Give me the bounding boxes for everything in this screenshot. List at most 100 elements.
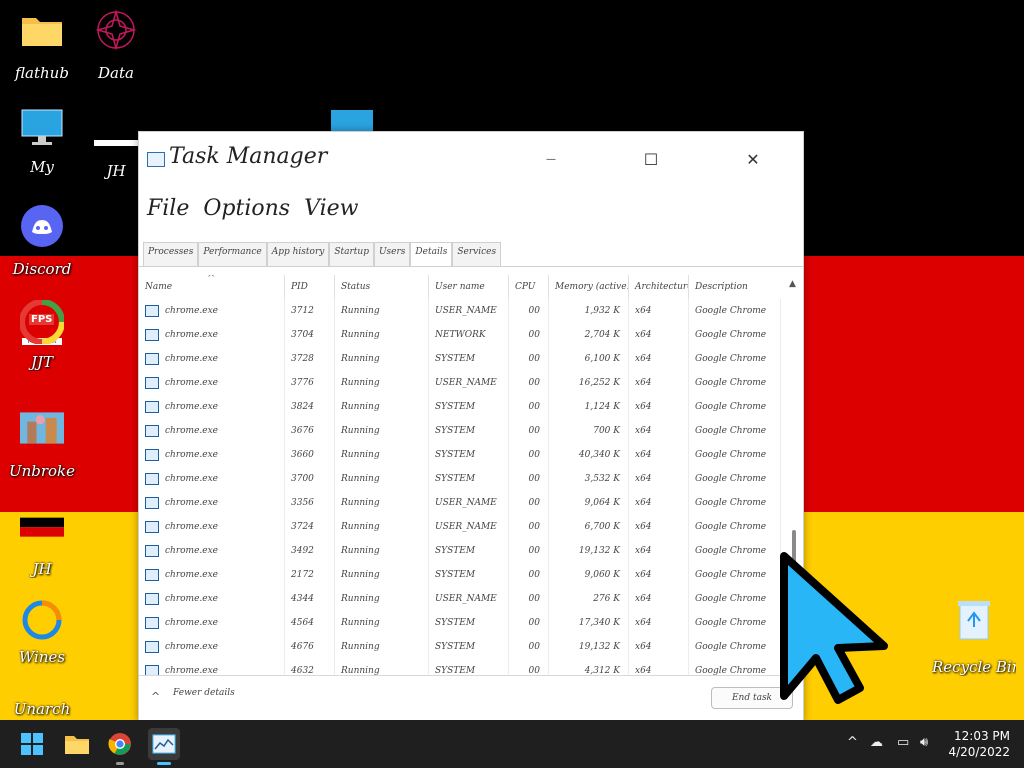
close-button[interactable]: ✕ xyxy=(733,146,773,172)
cell-status: Running xyxy=(335,419,429,443)
network-icon[interactable]: ▭ xyxy=(897,735,909,750)
cell-mem: 4,312 K xyxy=(549,659,629,675)
desktop-icon-game[interactable]: Unbroke xyxy=(0,406,84,480)
menu-view[interactable]: View xyxy=(304,196,358,221)
folder-icon xyxy=(65,736,89,754)
cell-pid: 4632 xyxy=(285,659,335,675)
cell-desc: Google Chrome xyxy=(689,443,781,467)
column-header-description[interactable]: Description xyxy=(689,275,781,299)
taskbar-task-manager[interactable] xyxy=(148,728,180,760)
table-row[interactable]: chrome.exe 3700 Running SYSTEM 00 3,532 Kx64 G… xyxy=(139,467,781,491)
cloud-off-icon[interactable]: ☁ xyxy=(870,735,883,750)
table-row[interactable]: chrome.exe 3492 Running SYSTEM 00 19,132 Kx64… xyxy=(139,539,781,563)
window-footer: ^ Fewer details End task xyxy=(139,675,803,722)
table-row[interactable]: chrome.exe 3660 Running SYSTEM 00 40,340 Kx64… xyxy=(139,443,781,467)
menu-file[interactable]: File xyxy=(147,196,189,221)
table-row[interactable]: chrome.exe 4676 Running SYSTEM 00 19,132 Kx64… xyxy=(139,635,781,659)
tab-users[interactable]: Users xyxy=(373,242,411,267)
cell-status: Running xyxy=(335,611,429,635)
cell-desc: Google Chrome xyxy=(689,491,781,515)
table-row[interactable]: chrome.exe 3724 Running USER_NAME 00 6,700 Kx… xyxy=(139,515,781,539)
task-manager-window: Task Manager — ☐ ✕ File Options View Pro… xyxy=(138,131,804,722)
desktop-icon-label: My xyxy=(30,158,54,176)
cell-cpu: 00 xyxy=(509,323,549,347)
german-flag-icon xyxy=(20,510,64,554)
chevron-up-icon[interactable]: ^ xyxy=(847,735,858,750)
table-row[interactable]: chrome.exe 3728 Running SYSTEM 00 6,100 Kx64 G… xyxy=(139,347,781,371)
scroll-up-icon[interactable]: ▲ xyxy=(789,279,796,289)
desktop-icon-my-pc[interactable]: My xyxy=(0,106,84,176)
tab-app-history[interactable]: App history xyxy=(266,242,330,267)
cell-cpu: 00 xyxy=(509,443,549,467)
table-row[interactable]: chrome.exe 3356 Running USER_NAME 00 9,064 Kx… xyxy=(139,491,781,515)
maximize-button[interactable]: ☐ xyxy=(631,146,671,172)
column-header-status[interactable]: Status xyxy=(335,275,429,299)
desktop-icon-wines[interactable]: Wines xyxy=(0,598,84,666)
cell-name: chrome.exe xyxy=(139,467,285,491)
table-row[interactable]: chrome.exe 3704 Running NETWORK 00 2,704 Kx64… xyxy=(139,323,781,347)
start-button[interactable] xyxy=(16,728,48,760)
fewer-details-link[interactable]: Fewer details xyxy=(173,688,235,698)
tab-startup[interactable]: Startup xyxy=(329,242,374,267)
desktop-icon-label: Unarch xyxy=(13,700,71,718)
cell-mem: 19,132 K xyxy=(549,635,629,659)
table-row[interactable]: chrome.exe 4564 Running SYSTEM 00 17,340 Kx64… xyxy=(139,611,781,635)
hidden-desktop-icon[interactable] xyxy=(331,110,373,131)
table-row[interactable]: chrome.exe 3776 Running USER_NAME 00 16,252 K… xyxy=(139,371,781,395)
tab-performance[interactable]: Performance xyxy=(198,242,267,267)
desktop-icon-unarch[interactable]: Unarch xyxy=(0,700,84,720)
cell-status: Running xyxy=(335,443,429,467)
cell-user: SYSTEM xyxy=(429,419,509,443)
column-header-user[interactable]: User name xyxy=(429,275,509,299)
column-header-pid[interactable]: PID xyxy=(285,275,335,299)
column-header-architecture[interactable]: Architecture xyxy=(629,275,689,299)
desktop-icon-recycle-bin[interactable]: Recycle Bin xyxy=(932,598,1016,676)
cell-cpu: 00 xyxy=(509,395,549,419)
desktop-icon-label: JH xyxy=(32,560,52,578)
tab-processes[interactable]: Processes xyxy=(143,242,199,267)
cell-cpu: 00 xyxy=(509,635,549,659)
cell-pid: 3356 xyxy=(285,491,335,515)
desktop-icon-label: JJT xyxy=(30,353,54,371)
cell-status: Running xyxy=(335,539,429,563)
cell-name: chrome.exe xyxy=(139,611,285,635)
desktop-icon-flag[interactable]: JH xyxy=(0,510,84,578)
cell-mem: 700 K xyxy=(549,419,629,443)
column-header-cpu[interactable]: CPU xyxy=(509,275,549,299)
clock[interactable]: 12:03 PM 4/20/2022 xyxy=(948,728,1010,760)
cell-cpu: 00 xyxy=(509,611,549,635)
chevron-up-icon[interactable]: ^ xyxy=(151,690,160,703)
cell-mem: 3,532 K xyxy=(549,467,629,491)
table-row[interactable]: chrome.exe 3676 Running SYSTEM 00 700 Kx64 Goo… xyxy=(139,419,781,443)
cell-pid: 4564 xyxy=(285,611,335,635)
cell-name: chrome.exe xyxy=(139,491,285,515)
column-header-memory[interactable]: Memory (active... xyxy=(549,275,629,299)
cell-mem: 9,064 K xyxy=(549,491,629,515)
table-row[interactable]: chrome.exe 2172 Running SYSTEM 00 9,060 Kx64 G… xyxy=(139,563,781,587)
cell-user: SYSTEM xyxy=(429,347,509,371)
table-row[interactable]: chrome.exe 3712 Running USER_NAME 00 1,932 Kx… xyxy=(139,299,781,323)
desktop-icon-fps-monitor[interactable]: FPS MONITOR JJT xyxy=(0,300,84,371)
table-row[interactable]: chrome.exe 3824 Running SYSTEM 00 1,124 Kx64 G… xyxy=(139,395,781,419)
cell-arch: x64 xyxy=(629,563,689,587)
desktop-icon-discord[interactable]: Discord xyxy=(0,204,84,278)
cell-name: chrome.exe xyxy=(139,395,285,419)
menu-options[interactable]: Options xyxy=(203,196,290,221)
desktop-icon-label: Wines xyxy=(18,648,66,666)
tab-details[interactable]: Details xyxy=(410,242,453,267)
table-row[interactable]: chrome.exe 4344 Running USER_NAME 00 276 Kx64… xyxy=(139,587,781,611)
tab-services[interactable]: Services xyxy=(452,242,502,267)
cell-mem: 1,932 K xyxy=(549,299,629,323)
taskbar-file-explorer[interactable] xyxy=(61,728,93,760)
title-bar[interactable]: Task Manager — ☐ ✕ xyxy=(139,132,803,184)
cell-desc: Google Chrome xyxy=(689,371,781,395)
column-header-name[interactable]: Name ^ xyxy=(139,275,285,299)
taskbar-chrome[interactable] xyxy=(104,728,136,760)
desktop-icon-folder[interactable]: flathub xyxy=(0,8,84,82)
table-row[interactable]: chrome.exe 4632 Running SYSTEM 00 4,312 Kx64 G… xyxy=(139,659,781,675)
minimize-button[interactable]: — xyxy=(531,146,571,172)
desktop-icon-data[interactable]: Data xyxy=(74,8,158,82)
taskbar: ^ ☁ ▭ 🔊︎ 12:03 PM 4/20/2022 xyxy=(0,720,1024,768)
speaker-icon[interactable]: 🔊︎ xyxy=(920,735,928,750)
cell-arch: x64 xyxy=(629,491,689,515)
